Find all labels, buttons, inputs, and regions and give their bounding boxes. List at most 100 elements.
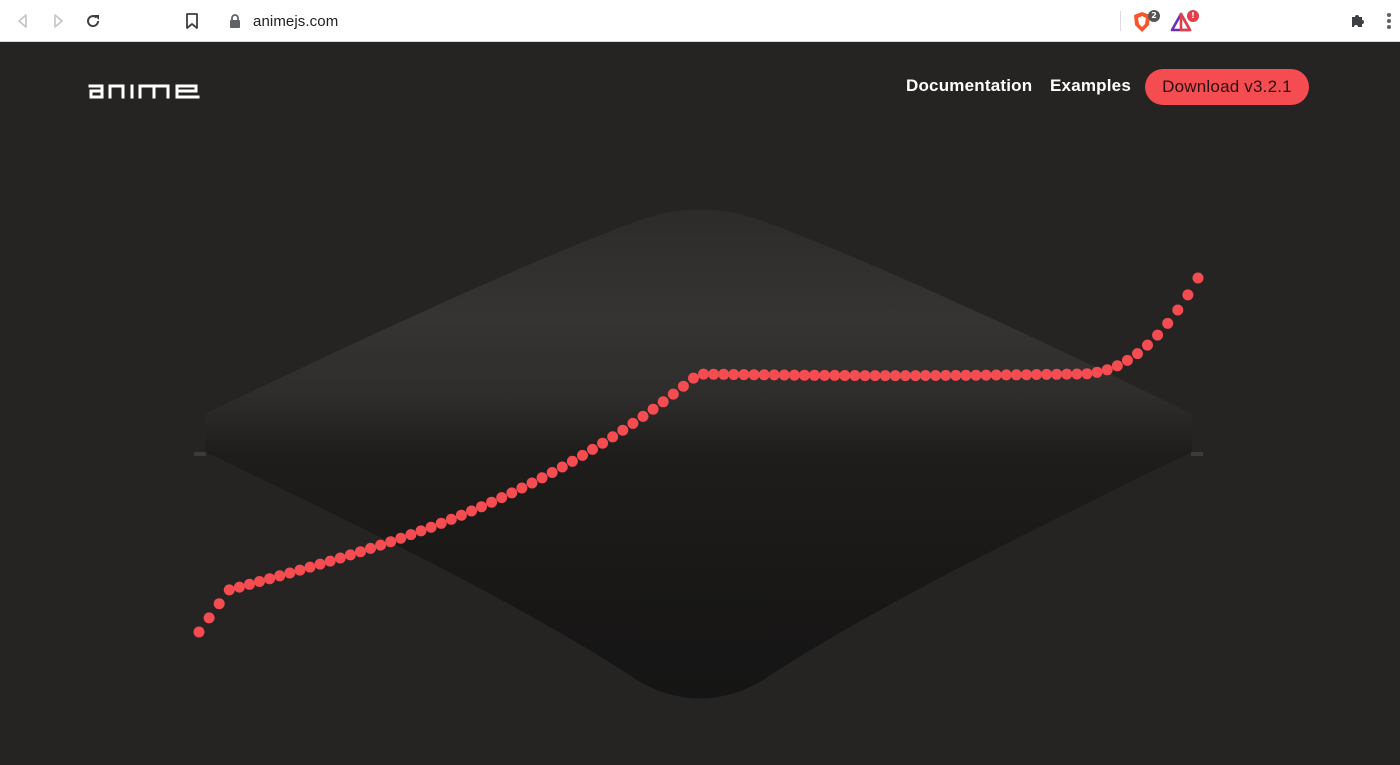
animation-dot <box>587 443 598 455</box>
menu-dot-icon <box>1387 13 1391 17</box>
animation-dot <box>960 369 972 381</box>
animation-dot <box>1000 369 1012 381</box>
animation-dot <box>869 370 881 382</box>
animation-dot <box>274 570 286 582</box>
animation-dot <box>809 369 820 381</box>
animation-dot <box>748 369 760 381</box>
animation-dot <box>1091 366 1103 378</box>
animation-dot <box>849 370 861 381</box>
page-content: Documentation Examples Download v3.2.1 <box>0 42 1400 765</box>
extensions-button[interactable] <box>1346 9 1370 33</box>
bookmark-icon <box>186 13 198 29</box>
animation-dot <box>627 417 639 429</box>
animation-dot <box>910 370 921 382</box>
animation-dot <box>728 369 740 380</box>
animation-dot <box>1010 369 1022 381</box>
download-button[interactable]: Download v3.2.1 <box>1145 69 1309 105</box>
browser-toolbar: animejs.com 2 ! <box>0 0 1400 42</box>
animation-dot <box>526 477 538 489</box>
animation-dot <box>254 576 265 587</box>
address-bar[interactable]: animejs.com <box>218 5 1123 37</box>
animation-dot <box>314 558 326 570</box>
animation-dot <box>244 578 255 590</box>
brave-rewards-button[interactable]: ! <box>1169 8 1199 34</box>
animation-dot <box>435 517 447 529</box>
animation-dot <box>1121 354 1133 366</box>
bookmark-button[interactable] <box>180 9 204 33</box>
anime-logo[interactable] <box>88 77 200 99</box>
animation-dot <box>688 372 699 384</box>
animation-dot <box>476 501 487 513</box>
animation-dot <box>304 561 316 573</box>
animation-dot <box>577 449 588 461</box>
animation-dot <box>899 370 911 382</box>
animation-dot <box>1132 348 1143 360</box>
browser-menu-button[interactable] <box>1386 13 1392 31</box>
nav-documentation-link[interactable]: Documentation <box>906 76 1032 96</box>
animation-dot <box>799 369 810 381</box>
animation-dot <box>1081 368 1093 380</box>
animation-dot <box>819 369 831 381</box>
animation-dot <box>1061 368 1073 380</box>
animation-dot <box>879 370 891 382</box>
animation-dot <box>950 369 962 381</box>
animation-dot <box>355 546 366 558</box>
brave-shields-button[interactable]: 2 <box>1130 8 1160 34</box>
animation-dot <box>1111 360 1123 372</box>
hero-animation <box>193 209 1204 699</box>
download-button-label: Download v3.2.1 <box>1162 77 1292 96</box>
animation-dot <box>455 509 467 521</box>
animation-dot <box>486 496 498 508</box>
animation-dot <box>829 369 841 381</box>
animation-dot <box>617 424 629 436</box>
animation-dot <box>566 455 578 467</box>
animation-dot <box>223 584 235 596</box>
animation-dot <box>1162 317 1174 329</box>
menu-dot-icon <box>1387 19 1391 23</box>
rewards-badge: ! <box>1187 10 1199 22</box>
animation-dot <box>607 431 619 443</box>
animation-dot <box>294 564 306 576</box>
animation-dot <box>425 521 437 533</box>
animation-dot <box>193 626 205 638</box>
forward-arrow-icon <box>54 14 63 28</box>
animation-dot <box>213 598 225 610</box>
back-button[interactable] <box>11 9 35 33</box>
animation-dot <box>920 370 931 381</box>
animation-dot <box>859 370 871 382</box>
animation-dot <box>657 396 669 408</box>
animation-dot <box>980 369 992 381</box>
animation-dot <box>334 552 346 564</box>
animation-dot <box>889 370 901 382</box>
animation-dot <box>344 549 356 561</box>
animation-dot <box>1041 368 1053 380</box>
animation-dot <box>708 368 720 380</box>
animation-dot <box>284 567 296 579</box>
animation-dot <box>415 525 427 537</box>
animation-dot <box>758 369 770 381</box>
animation-dot <box>516 482 528 494</box>
animation-dot <box>405 529 417 541</box>
animation-dot <box>546 467 558 478</box>
animation-dot <box>738 369 750 381</box>
shields-badge: 2 <box>1148 10 1160 22</box>
animation-dot <box>445 513 457 525</box>
animation-dot <box>940 369 952 381</box>
animation-dot <box>647 403 659 415</box>
animation-dot <box>677 380 689 392</box>
animation-dot <box>768 369 780 381</box>
animation-dot <box>1101 364 1113 376</box>
animation-dot <box>839 370 851 381</box>
left-edge-line <box>194 452 206 456</box>
animation-dot <box>375 539 387 551</box>
animation-dot <box>365 542 376 554</box>
forward-button[interactable] <box>46 9 70 33</box>
reload-button[interactable] <box>81 9 105 33</box>
animation-dot <box>970 369 982 381</box>
animation-dot <box>496 492 508 504</box>
animation-dot <box>556 461 568 473</box>
nav-examples-link[interactable]: Examples <box>1050 76 1131 96</box>
animation-dot <box>506 487 518 499</box>
reload-icon <box>87 15 100 28</box>
animation-dot <box>788 369 800 381</box>
